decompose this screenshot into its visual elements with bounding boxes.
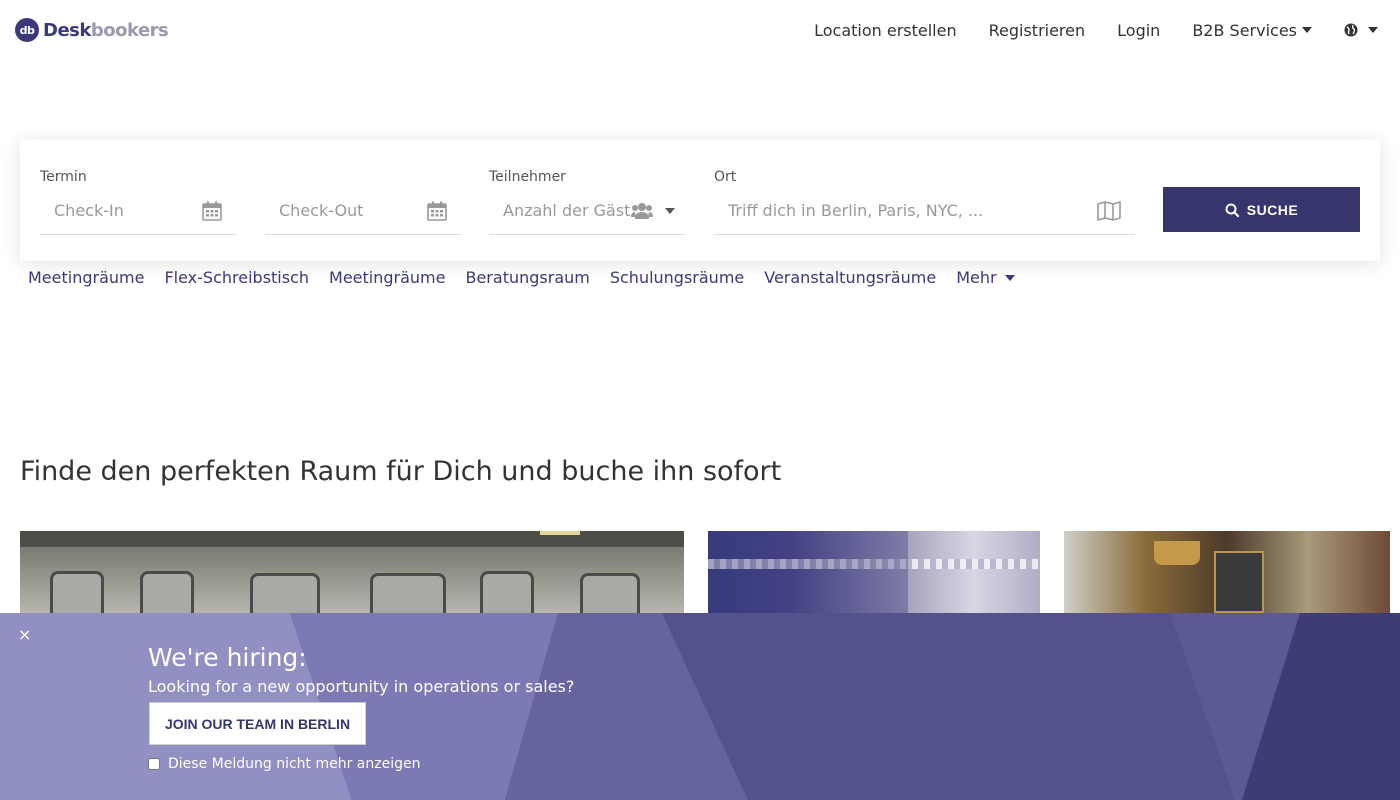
photo-chair <box>50 571 104 613</box>
search-button-label: SUCHE <box>1246 201 1299 218</box>
termin-label: Termin <box>40 169 87 185</box>
nav-b2b-services[interactable]: B2B Services <box>1192 21 1312 40</box>
main-nav: Location erstellen Registrieren Login B2… <box>782 0 1378 60</box>
guests-placeholder: Anzahl der Gäste <box>503 201 631 220</box>
space-photo-event-room[interactable] <box>1064 531 1390 613</box>
location-label: Ort <box>714 169 737 185</box>
photo-ceiling <box>20 531 684 547</box>
checkout-placeholder: Check-Out <box>279 201 364 220</box>
category-links: Meetingräume Flex-Schreibstisch Meetingr… <box>28 268 1035 287</box>
photo-chair <box>140 571 194 613</box>
photo-chair <box>480 571 534 613</box>
search-icon <box>1225 203 1239 217</box>
photo-painting <box>1214 551 1264 613</box>
category-link-flex-schreibtisch[interactable]: Flex-Schreibstisch <box>164 268 309 287</box>
photo-chair <box>370 573 446 613</box>
banner-subtitle: Looking for a new opportunity in operati… <box>148 677 575 696</box>
logo-text: Deskbookers <box>43 19 169 41</box>
category-link-beratungsraum[interactable]: Beratungsraum <box>465 268 589 287</box>
join-team-button[interactable]: JOIN OUR TEAM IN BERLIN <box>149 702 366 745</box>
search-button[interactable]: SUCHE <box>1163 187 1360 232</box>
nav-b2b-label: B2B Services <box>1192 20 1297 40</box>
caret-down-icon <box>1004 274 1015 281</box>
dont-show-again-option[interactable]: Diese Meldung nicht mehr anzeigen <box>148 756 420 772</box>
calendar-icon <box>427 201 447 221</box>
photo-light <box>540 531 580 535</box>
photo-chair <box>580 573 640 613</box>
photo-chair <box>250 573 320 613</box>
language-selector[interactable] <box>1344 23 1378 37</box>
photo-banner-overlay <box>708 531 908 613</box>
close-banner-button[interactable]: × <box>18 625 31 644</box>
space-photo-meeting-room[interactable] <box>20 531 684 613</box>
caret-down-icon <box>665 207 675 214</box>
banner-title: We're hiring: <box>148 643 307 672</box>
page-headline: Finde den perfekten Raum für Dich und bu… <box>20 456 782 487</box>
logo-text-part2: bookers <box>90 19 169 41</box>
location-placeholder: Triff dich in Berlin, Paris, NYC, ... <box>728 201 984 220</box>
globe-icon <box>1344 23 1358 37</box>
deskbookers-logo[interactable]: db Deskbookers <box>15 18 169 42</box>
category-link-schulungsraeume[interactable]: Schulungsräume <box>610 268 744 287</box>
header: db Deskbookers Location erstellen Regist… <box>0 0 1400 60</box>
logo-badge: db <box>15 18 39 42</box>
photo-lamp <box>1154 541 1200 565</box>
space-photo-building[interactable] <box>708 531 1040 613</box>
location-input[interactable]: Triff dich in Berlin, Paris, NYC, ... <box>714 187 1135 235</box>
checkin-placeholder: Check-In <box>54 201 124 220</box>
users-icon <box>631 202 653 219</box>
calendar-icon <box>202 201 222 221</box>
category-more-label: Mehr <box>956 268 997 287</box>
participants-label: Teilnehmer <box>489 169 566 185</box>
hiring-banner: × We're hiring: Looking for a new opport… <box>0 613 1400 800</box>
dont-show-again-label: Diese Meldung nicht mehr anzeigen <box>168 756 421 772</box>
category-link-veranstaltungsraeume[interactable]: Veranstaltungsräume <box>764 268 936 287</box>
category-more-dropdown[interactable]: Mehr <box>956 268 1015 287</box>
caret-down-icon <box>1368 27 1378 33</box>
nav-login[interactable]: Login <box>1117 21 1160 40</box>
nav-create-location[interactable]: Location erstellen <box>814 21 957 40</box>
checkin-input[interactable]: Check-In <box>40 187 236 235</box>
category-link-meetingraeume[interactable]: Meetingräume <box>28 268 144 287</box>
nav-register[interactable]: Registrieren <box>989 21 1086 40</box>
logo-text-part1: Desk <box>43 19 91 41</box>
checkout-input[interactable]: Check-Out <box>265 187 461 235</box>
caret-down-icon <box>1302 27 1312 33</box>
dont-show-again-checkbox[interactable] <box>148 758 160 770</box>
map-icon <box>1097 200 1121 221</box>
guests-select[interactable]: Anzahl der Gäste <box>489 187 685 235</box>
category-link-meetingraeume-2[interactable]: Meetingräume <box>329 268 445 287</box>
